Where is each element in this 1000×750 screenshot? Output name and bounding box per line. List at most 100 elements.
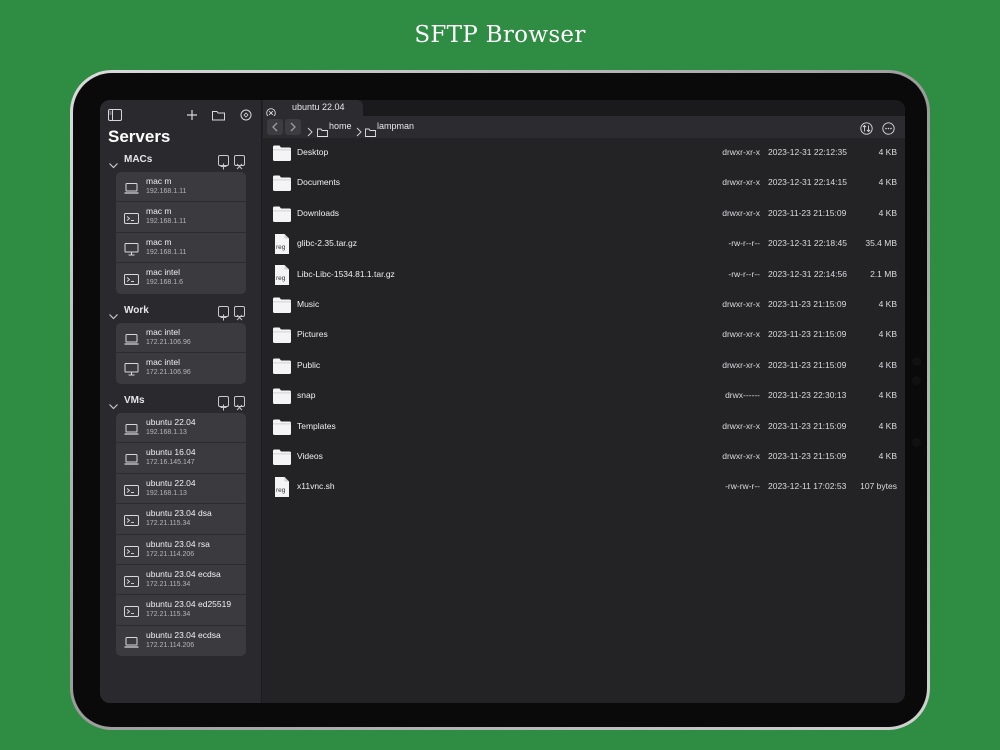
server-name: ubuntu 23.04 rsa [146,538,210,549]
sidebar-toggle-icon[interactable] [108,106,126,124]
delete-group-icon[interactable] [234,155,245,170]
group-header-vms[interactable]: VMs [108,395,256,411]
add-server-icon[interactable] [218,396,229,411]
file-type-label: reg [276,244,286,252]
file-size: 35.4 MB [865,238,897,249]
file-row[interactable]: Documents drwxr-xr-x 2023-12-31 22:14:15 4 … [263,170,905,200]
server-row[interactable]: ubuntu 22.04 192.168.1.13 [116,413,246,444]
breadcrumb-home[interactable]: home [329,121,352,131]
close-icon[interactable] [266,103,276,118]
server-ip: 172.21.115.34 [146,580,191,588]
server-row[interactable]: ubuntu 23.04 ed25519 172.21.115.34 [116,595,246,626]
file-size: 4 KB [878,177,897,188]
file-modified-date: 2023-11-23 21:15:09 [768,359,847,370]
chevron-down-icon[interactable] [108,307,119,320]
chevron-right-icon [306,122,314,137]
file-row[interactable]: reg glibc-2.35.tar.gz -rw-r--r-- 2023-12-31… [263,231,905,261]
file-row[interactable]: snap drwx------ 2023-11-23 22:30:13 4 KB [263,383,905,413]
group-header-work[interactable]: Work [108,305,256,321]
tab-bar: ubuntu 22.04 [263,100,905,118]
terminal-icon [124,603,139,618]
server-name: ubuntu 23.04 ecdsa [146,568,221,579]
server-row[interactable]: mac intel 192.168.1.6 [116,263,246,293]
back-button[interactable] [267,119,283,135]
file-modified-date: 2023-12-31 22:12:35 [768,147,847,157]
server-row[interactable]: ubuntu 23.04 dsa 172.21.115.34 [116,504,246,535]
sidebar: Servers MACs mac m 192.168.1.11 mac m 19… [100,100,262,703]
chevron-down-icon[interactable] [108,156,119,169]
file-permissions: drwxr-xr-x [722,207,760,218]
folder-icon [272,203,292,225]
page-headline: SFTP Browser [414,22,586,48]
sort-icon[interactable] [860,120,873,135]
file-name: Desktop [297,147,329,157]
file-permissions: drwxr-xr-x [722,329,760,340]
forward-button[interactable] [285,119,301,135]
server-row[interactable]: mac intel 172.21.106.96 [116,353,246,383]
group-name: VMs [124,395,145,406]
file-size: 4 KB [878,147,897,157]
file-row[interactable]: Downloads drwxr-xr-x 2023-11-23 21:15:09 4 … [263,201,905,231]
file-size: 4 KB [878,450,897,461]
server-row[interactable]: mac m 192.168.1.11 [116,172,246,203]
settings-icon[interactable] [240,106,258,124]
server-ip: 172.21.114.206 [146,550,195,558]
file-row[interactable]: Videos drwxr-xr-x 2023-11-23 21:15:09 4 KB [263,444,905,474]
file-row[interactable]: Music drwxr-xr-x 2023-11-23 21:15:09 4 KB [263,292,905,322]
server-ip: 192.168.1.11 [146,248,187,256]
file-name: glibc-2.35.tar.gz [297,238,358,249]
chevron-down-icon[interactable] [108,397,119,410]
document-icon: reg [272,233,292,255]
server-row[interactable]: ubuntu 23.04 rsa 172.21.114.206 [116,535,246,565]
path-bar: home lampman [263,116,905,138]
file-browser: ubuntu 22.04 home lampman Desktop drwxr-x… [263,100,905,703]
breadcrumb-lampman[interactable]: lampman [377,121,414,131]
file-name: Pictures [297,329,328,340]
file-name: Music [297,298,320,309]
add-server-icon[interactable] [218,306,229,321]
server-row[interactable]: ubuntu 23.04 ecdsa 172.21.114.206 [116,626,246,656]
file-permissions: drwxr-xr-x [722,359,760,370]
file-row[interactable]: Pictures drwxr-xr-x 2023-11-23 21:15:09 4 K… [263,322,905,352]
file-row[interactable]: reg x11vnc.sh -rw-rw-r-- 2023-12-11 17:02:5… [263,474,905,504]
tab-label: ubuntu 22.04 [292,102,345,112]
file-name: Videos [297,450,323,461]
file-name: x11vnc.sh [297,481,335,492]
server-row[interactable]: ubuntu 23.04 ecdsa 172.21.115.34 [116,565,246,596]
file-type-label: reg [276,487,286,495]
group-header-macs[interactable]: MACs [108,154,256,170]
delete-group-icon[interactable] [234,396,245,411]
file-modified-date: 2023-12-31 22:14:56 [768,268,847,279]
server-ip: 172.21.106.96 [146,369,191,377]
server-row[interactable]: ubuntu 16.04 172.16.145.147 [116,443,246,474]
file-permissions: drwxr-xr-x [722,177,760,188]
delete-group-icon[interactable] [234,306,245,321]
file-row[interactable]: Public drwxr-xr-x 2023-11-23 21:15:09 4 KB [263,353,905,383]
file-size: 4 KB [878,390,897,401]
server-row[interactable]: ubuntu 22.04 192.168.1.13 [116,474,246,505]
sidebar-toolbar [100,106,262,124]
server-ip: 172.21.115.34 [146,611,191,619]
desktop-icon [124,241,139,256]
group-name: MACs [124,154,153,165]
terminal-icon [124,482,139,496]
server-row[interactable]: mac intel 172.21.106.96 [116,323,246,354]
add-server-icon[interactable] [218,155,229,170]
terminal-icon [124,271,139,286]
server-ip: 172.21.115.34 [146,520,191,528]
file-name: Public [297,359,321,370]
server-row[interactable]: mac m 192.168.1.11 [116,202,246,233]
file-size: 4 KB [878,420,897,431]
tab-ubuntu[interactable]: ubuntu 22.04 [263,100,363,118]
file-permissions: -rw-r--r-- [728,238,760,249]
more-icon[interactable] [882,120,895,135]
file-row[interactable]: reg Libc-Libc-1534.81.1.tar.gz -rw-r--r-- 2… [263,262,905,292]
server-row[interactable]: mac m 192.168.1.11 [116,233,246,264]
plus-icon[interactable] [186,106,204,124]
file-row[interactable]: Templates drwxr-xr-x 2023-11-23 21:15:09 4 … [263,414,905,444]
folder-icon[interactable] [212,106,230,124]
file-modified-date: 2023-11-23 21:15:09 [768,450,847,461]
server-name: mac m [146,176,172,186]
group-card-work: mac intel 172.21.106.96 mac intel 172.21… [116,323,246,384]
file-row[interactable]: Desktop drwxr-xr-x 2023-12-31 22:12:35 4 KB [263,140,905,170]
